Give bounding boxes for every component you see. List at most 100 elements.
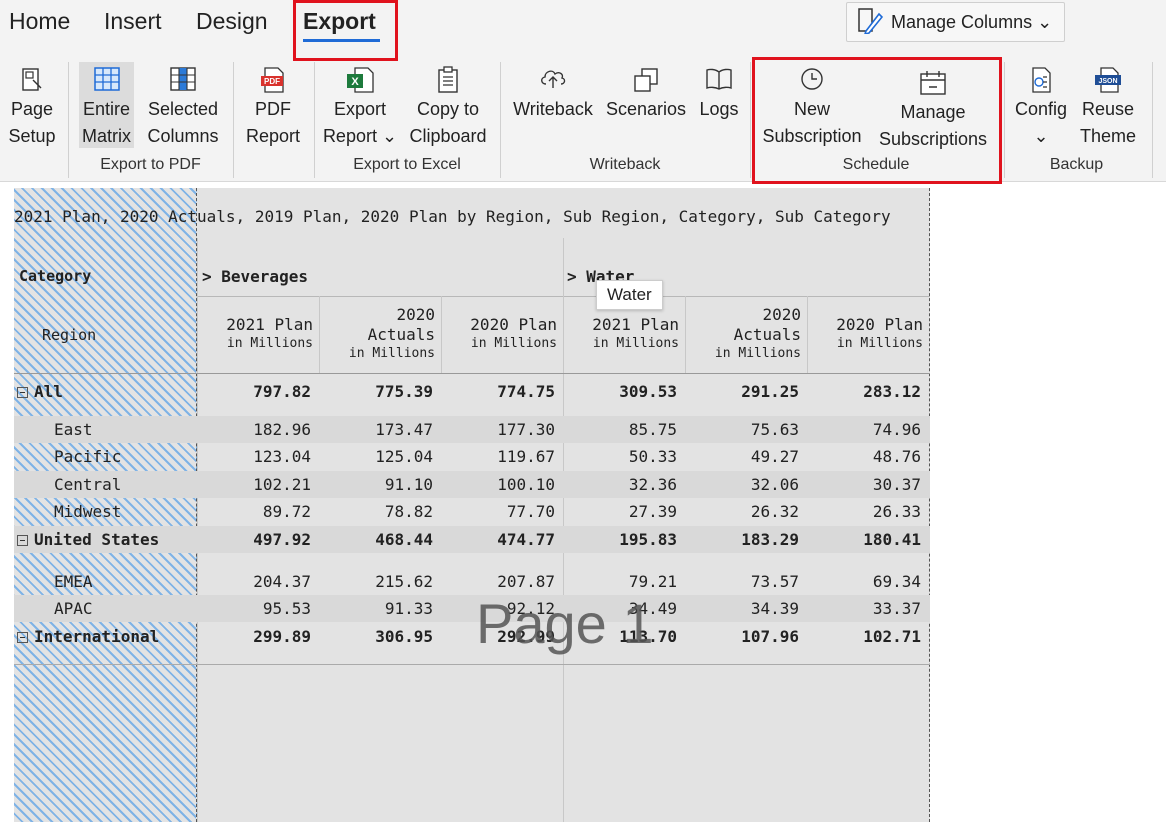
table-row[interactable]: Central 102.21 91.10 100.10 32.36 32.06 30.37 (14, 471, 930, 498)
writeback-button[interactable]: Writeback (510, 56, 596, 123)
collapse-icon[interactable] (17, 632, 28, 643)
scenarios-button[interactable]: Scenarios (603, 56, 689, 123)
table-row[interactable]: APAC 95.53 91.33 92.12 34.49 34.39 33.37 (14, 595, 930, 622)
cell-value: 291.25 (741, 382, 799, 401)
svg-text:X: X (351, 76, 359, 88)
excel-icon: X (322, 56, 398, 96)
group-label-export-pdf: Export to PDF (100, 156, 201, 173)
pdf-report-button[interactable]: PDF PDF Report (243, 56, 303, 150)
tooltip: Water (596, 280, 663, 310)
row-label: Pacific (54, 447, 122, 466)
table-row[interactable]: EMEA 204.37 215.62 207.87 79.21 73.57 69.34 (14, 568, 930, 595)
clipboard-icon (405, 56, 491, 96)
region-header: Region (42, 326, 97, 344)
config-button[interactable]: Config ⌄ (1010, 56, 1072, 150)
columns-grid-icon (143, 56, 223, 96)
export-report-button[interactable]: X Export Report ⌄ (322, 56, 398, 150)
collapse-icon[interactable] (17, 535, 28, 546)
cell-value: 73.57 (750, 572, 799, 591)
book-icon (695, 56, 743, 96)
group-label-export-excel: Export to Excel (353, 156, 461, 173)
tab-home[interactable]: Home (9, 8, 70, 35)
manage-subscriptions-button[interactable]: Manage Subscriptions (874, 59, 992, 153)
page-setup-icon (4, 56, 60, 96)
column-header[interactable]: 2021 Plan in Millions (563, 315, 685, 353)
page-watermark: Page 1 (476, 592, 654, 655)
cell-value: 797.82 (253, 382, 311, 401)
cell-value: 102.71 (863, 627, 921, 646)
group-label-backup: Backup (1049, 156, 1104, 173)
logs-button[interactable]: Logs (695, 56, 743, 123)
config-file-icon (1010, 56, 1072, 96)
column-header[interactable]: 2020 Actuals in Millions (319, 305, 441, 363)
column-header[interactable]: 2021 Plan in Millions (197, 315, 319, 353)
cell-value: 180.41 (863, 530, 921, 549)
cell-value: 26.33 (872, 502, 921, 521)
cell-value: 49.27 (750, 447, 799, 466)
collapse-icon[interactable] (17, 387, 28, 398)
copy-to-clipboard-button[interactable]: Copy to Clipboard (405, 56, 491, 150)
row-label: Central (54, 475, 122, 494)
new-subscription-button[interactable]: New Subscription (758, 56, 866, 150)
cell-value: 177.30 (497, 420, 555, 439)
cell-value: 32.06 (750, 475, 799, 494)
group-header-beverages[interactable]: > Beverages (202, 267, 308, 286)
cell-value: 91.10 (384, 475, 433, 494)
cell-value: 299.89 (253, 627, 311, 646)
entire-matrix-button[interactable]: Entire Matrix (79, 62, 134, 148)
row-label[interactable]: All (17, 382, 63, 401)
cell-value: 195.83 (619, 530, 677, 549)
cell-value: 79.21 (628, 572, 677, 591)
cell-value: 85.75 (628, 420, 677, 439)
table-row[interactable]: United States 497.92 468.44 474.77 195.83 183… (14, 526, 930, 553)
table-row[interactable]: East 182.96 173.47 177.30 85.75 75.63 74.96 (14, 416, 930, 443)
cell-value: 77.70 (506, 502, 555, 521)
svg-text:JSON: JSON (1098, 78, 1117, 85)
cell-value: 107.96 (741, 627, 799, 646)
selected-columns-button[interactable]: Selected Columns (143, 56, 223, 150)
tab-bar: Home Insert Design Export Manage Columns… (0, 0, 1166, 52)
group-label-writeback: Writeback (589, 156, 661, 173)
cell-value: 78.82 (384, 502, 433, 521)
cell-value: 283.12 (863, 382, 921, 401)
scenarios-icon (603, 56, 689, 96)
cell-value: 774.75 (497, 382, 555, 401)
row-label: Midwest (54, 502, 122, 521)
category-header: Category (19, 267, 92, 285)
table-row[interactable]: International 299.89 306.95 292.99 113.70 107… (14, 623, 930, 650)
column-header[interactable]: 2020 Actuals in Millions (685, 305, 807, 363)
tab-insert[interactable]: Insert (104, 8, 162, 35)
cell-value: 33.37 (872, 599, 921, 618)
json-icon: JSON (1078, 56, 1138, 96)
report-page[interactable]: 2021 Plan, 2020 Actuals, 2019 Plan, 2020… (14, 188, 930, 822)
cell-value: 204.37 (253, 572, 311, 591)
table-row[interactable]: Midwest 89.72 78.82 77.70 27.39 26.32 26.33 (14, 498, 930, 525)
table-row[interactable]: Pacific 123.04 125.04 119.67 50.33 49.27 48.76 (14, 443, 930, 470)
reuse-theme-button[interactable]: JSON Reuse Theme (1078, 56, 1138, 150)
clock-icon (758, 56, 866, 96)
cell-value: 69.34 (872, 572, 921, 591)
cell-value: 27.39 (628, 502, 677, 521)
manage-columns-button[interactable]: Manage Columns ⌄ (846, 2, 1065, 42)
row-label[interactable]: United States (17, 530, 159, 549)
row-label[interactable]: International (17, 627, 159, 646)
table-row[interactable]: All 797.82 775.39 774.75 309.53 291.25 283.12 (14, 378, 930, 405)
tab-design[interactable]: Design (196, 8, 268, 35)
cell-value: 100.10 (497, 475, 555, 494)
cell-value: 75.63 (750, 420, 799, 439)
cell-value: 215.62 (375, 572, 433, 591)
grid-icon (79, 62, 134, 96)
tab-export[interactable]: Export (303, 8, 376, 35)
page-setup-button[interactable]: Page Setup (4, 56, 60, 150)
cell-value: 309.53 (619, 382, 677, 401)
cell-value: 89.72 (262, 502, 311, 521)
row-label: APAC (54, 599, 93, 618)
report-title: 2021 Plan, 2020 Actuals, 2019 Plan, 2020… (14, 207, 891, 226)
column-header[interactable]: 2020 Plan in Millions (441, 315, 563, 353)
cell-value: 123.04 (253, 447, 311, 466)
cell-value: 32.36 (628, 475, 677, 494)
cell-value: 95.53 (262, 599, 311, 618)
ribbon: Page Setup Entire Matrix Selected Column… (0, 52, 1166, 182)
column-header[interactable]: 2020 Plan in Millions (807, 315, 929, 353)
svg-text:PDF: PDF (264, 77, 280, 86)
